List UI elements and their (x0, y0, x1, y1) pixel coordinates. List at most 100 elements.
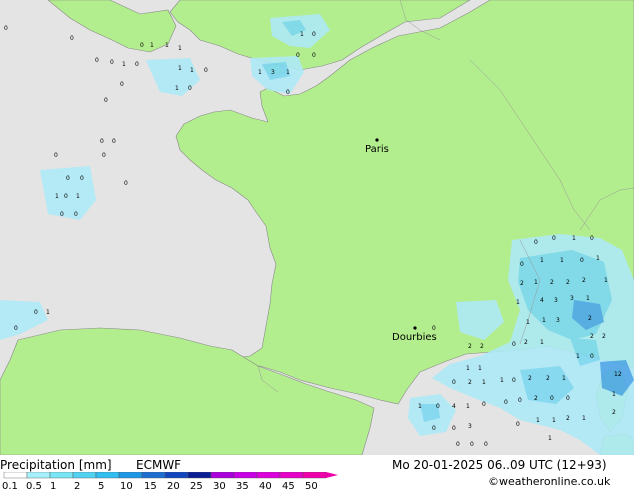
station-value: 2 (534, 395, 538, 402)
station-value: 0 (436, 403, 440, 410)
station-value: 0 (512, 341, 516, 348)
station-value: 0 (512, 377, 516, 384)
station-value: 0 (110, 59, 114, 66)
scale-swatch (118, 472, 143, 479)
scale-label: 50 (305, 481, 318, 490)
station-value: 1 (76, 193, 80, 200)
scale-label: 15 (144, 481, 157, 490)
station-value: 1 (190, 67, 194, 74)
station-value: 1 (562, 375, 566, 382)
station-value: 0 (534, 239, 538, 246)
station-value: 0 (135, 61, 139, 68)
scale-swatch (72, 472, 97, 479)
station-value: 0 (112, 138, 116, 145)
station-value: 1 (576, 353, 580, 360)
station-value: 2 (566, 279, 570, 286)
station-value: 0 (70, 35, 74, 42)
station-value: 0 (95, 57, 99, 64)
station-value: 1 (552, 417, 556, 424)
model-name: ECMWF (136, 458, 182, 472)
station-value: 2 (524, 339, 528, 346)
station-value: 1 (122, 61, 126, 68)
scale-label: 45 (282, 481, 295, 490)
station-value: 4 (540, 297, 544, 304)
station-value: 1 (418, 403, 422, 410)
station-value: 0 (188, 85, 192, 92)
station-value: 1 (165, 42, 169, 49)
station-value: 0 (140, 42, 144, 49)
credit-text: ©weatheronline.co.uk (488, 475, 611, 488)
station-value: 0 (484, 441, 488, 448)
scale-swatch (233, 472, 258, 479)
station-value: 1 (500, 377, 504, 384)
station-value: 0 (120, 81, 124, 88)
station-value: 0 (80, 175, 84, 182)
station-value: 2 (468, 379, 472, 386)
station-value: 2 (588, 315, 592, 322)
station-value: 2 (612, 409, 616, 416)
station-value: 0 (54, 152, 58, 159)
station-value: 3 (554, 297, 558, 304)
station-value: 0 (312, 52, 316, 59)
station-value: 1 (542, 317, 546, 324)
station-value: 2 (550, 279, 554, 286)
station-value: 1 (300, 31, 304, 38)
station-value: 1 (516, 299, 520, 306)
station-value: 2 (520, 280, 524, 287)
station-value: 3 (468, 423, 472, 430)
station-value: 1 (175, 85, 179, 92)
station-value: 1 (572, 235, 576, 242)
valid-time: Mo 20-01-2025 06..09 UTC (12+93) (392, 458, 607, 472)
scale-swatch (3, 472, 28, 479)
station-value: 0 (580, 257, 584, 264)
scale-label: 0.5 (26, 481, 42, 490)
scale-swatch (302, 472, 327, 479)
station-value: 1 (596, 255, 600, 262)
scale-label: 10 (120, 481, 133, 490)
station-value: 0 (312, 31, 316, 38)
station-value: 0 (100, 138, 104, 145)
station-value: 12 (614, 371, 622, 378)
scale-swatch (49, 472, 74, 479)
station-value: 0 (124, 180, 128, 187)
station-value: 0 (482, 401, 486, 408)
station-value: 1 (560, 257, 564, 264)
scale-swatch (210, 472, 235, 479)
station-value: 0 (102, 152, 106, 159)
scale-swatch (256, 472, 281, 479)
station-value: 0 (204, 67, 208, 74)
station-value: 0 (296, 52, 300, 59)
color-scale: 0.1 0.5 1 2 5 10 15 20 25 30 35 40 45 50 (2, 472, 338, 490)
scale-swatch (141, 472, 166, 479)
scale-label: 40 (259, 481, 272, 490)
station-value: 2 (590, 333, 594, 340)
scale-swatch (164, 472, 189, 479)
station-value: 1 (534, 279, 538, 286)
station-value: 1 (178, 45, 182, 52)
station-value: 1 (586, 295, 590, 302)
station-value: 0 (432, 325, 436, 332)
station-value: 0 (518, 397, 522, 404)
station-value: 2 (480, 343, 484, 350)
station-value: 3 (570, 295, 574, 302)
station-value: 1 (526, 319, 530, 326)
station-value: 1 (286, 69, 290, 76)
station-value: 0 (452, 379, 456, 386)
scale-arrow (326, 472, 338, 478)
station-value: 0 (432, 425, 436, 432)
station-value: 1 (478, 365, 482, 372)
station-value: 1 (178, 65, 182, 72)
scale-label: 5 (98, 481, 104, 490)
station-value: 0 (64, 193, 68, 200)
station-value: 1 (612, 391, 616, 398)
station-value: 1 (258, 69, 262, 76)
station-value: 1 (466, 365, 470, 372)
station-value: 0 (550, 395, 554, 402)
footer: Precipitation [mm] ECMWF Mo 20-01-2025 0… (0, 455, 634, 490)
station-value: 1 (540, 339, 544, 346)
station-value: 0 (504, 399, 508, 406)
station-value: 3 (556, 317, 560, 324)
station-value: 0 (452, 425, 456, 432)
scale-swatch (187, 472, 212, 479)
station-value: 0 (74, 211, 78, 218)
